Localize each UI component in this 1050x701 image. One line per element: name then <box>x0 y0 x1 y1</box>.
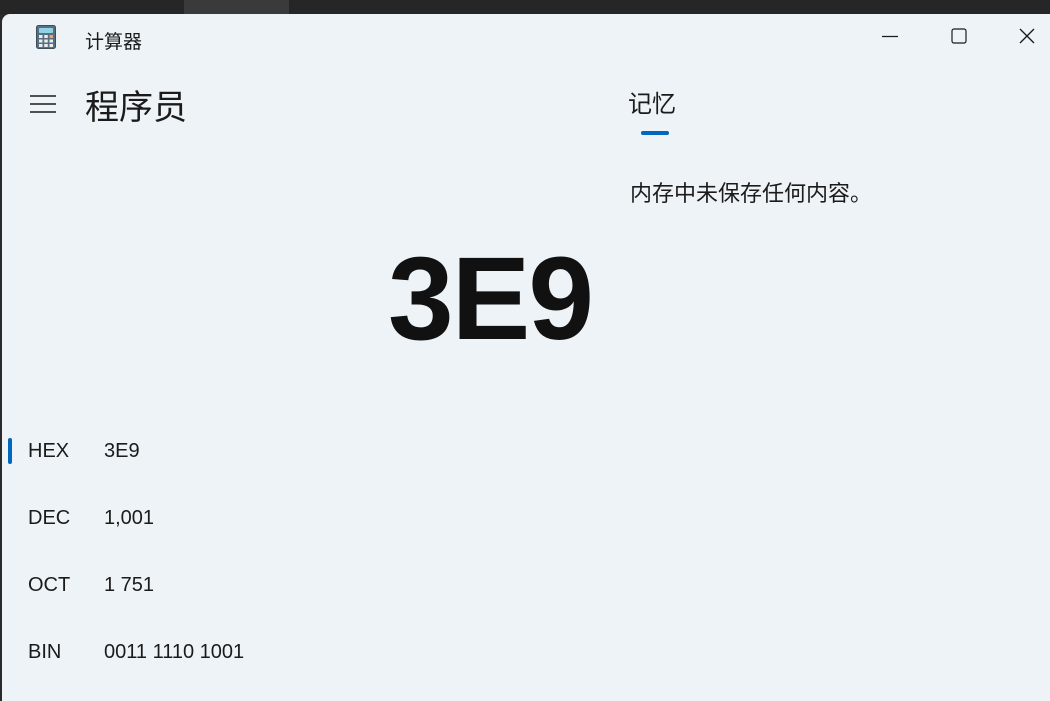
radix-label: OCT <box>28 574 71 596</box>
close-icon <box>1019 28 1035 44</box>
radix-label: BIN <box>28 641 62 663</box>
background-window-tab <box>184 0 289 14</box>
radix-label: HEX <box>28 440 70 462</box>
calculator-icon <box>36 25 56 49</box>
radix-row-oct[interactable]: OCT 1 751 <box>2 565 402 605</box>
maximize-icon <box>951 28 967 44</box>
tab-memory[interactable]: 记忆 <box>628 84 676 119</box>
radix-value: 1 751 <box>104 574 155 596</box>
result-display: 3E9 <box>388 233 594 365</box>
selected-indicator <box>8 438 12 464</box>
memory-empty-message: 内存中未保存任何内容。 <box>630 182 873 207</box>
tab-active-indicator <box>641 131 669 135</box>
desktop-background <box>0 0 1050 14</box>
radix-value: 3E9 <box>104 440 140 462</box>
navigation-menu-button[interactable] <box>28 90 58 118</box>
window-title: 计算器 <box>85 31 143 53</box>
minimize-button[interactable] <box>856 14 924 58</box>
radix-label: DEC <box>28 507 71 529</box>
hamburger-menu-icon <box>30 95 56 113</box>
maximize-button[interactable] <box>925 14 993 58</box>
minimize-icon <box>882 35 898 38</box>
calculator-window: 计算器 程序员 3E9 HEX 3E9 DEC 1,001 OCT 1 751 … <box>2 14 1050 701</box>
radix-value: 1,001 <box>104 507 155 529</box>
radix-row-dec[interactable]: DEC 1,001 <box>2 498 402 538</box>
radix-value: 0011 1110 1001 <box>104 641 245 663</box>
close-button[interactable] <box>993 14 1050 58</box>
radix-row-bin[interactable]: BIN 0011 1110 1001 <box>2 632 402 672</box>
mode-title: 程序员 <box>85 88 187 128</box>
radix-row-hex[interactable]: HEX 3E9 <box>2 431 402 471</box>
title-bar[interactable]: 计算器 <box>2 14 1050 60</box>
